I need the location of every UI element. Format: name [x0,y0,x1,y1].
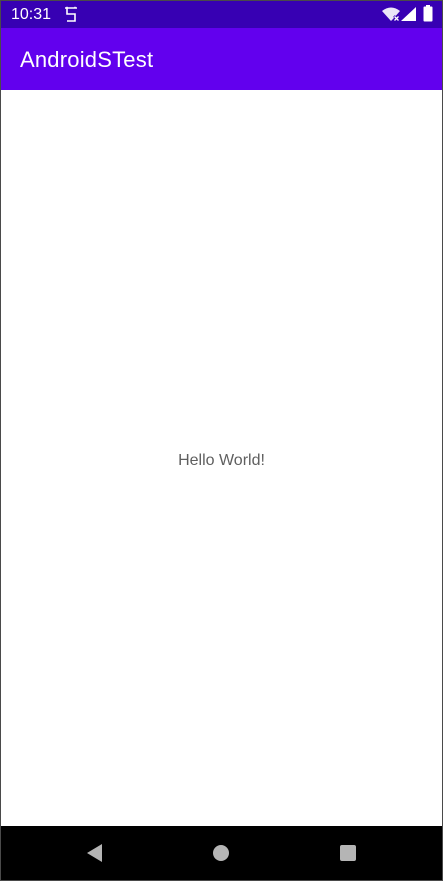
app-title: AndroidSTest [20,47,154,72]
hello-world-text: Hello World! [178,452,265,469]
main-content: Hello World! [1,90,442,826]
cell-signal-icon [401,7,416,21]
s-notification-icon [65,6,77,22]
recents-button[interactable] [318,826,378,880]
wifi-no-internet-icon [382,7,400,22]
status-bar: 10:31 [1,1,442,28]
battery-icon [423,5,433,22]
navigation-bar [1,826,442,880]
home-circle-icon [213,845,229,861]
status-time: 10:31 [11,6,52,23]
back-triangle-icon [87,844,102,862]
back-button[interactable] [65,826,125,880]
home-button[interactable] [191,826,251,880]
recents-square-icon [340,845,356,861]
phone-screen: 10:31 AndroidSTest Hello World! [0,0,443,881]
app-bar: AndroidSTest [1,28,442,90]
